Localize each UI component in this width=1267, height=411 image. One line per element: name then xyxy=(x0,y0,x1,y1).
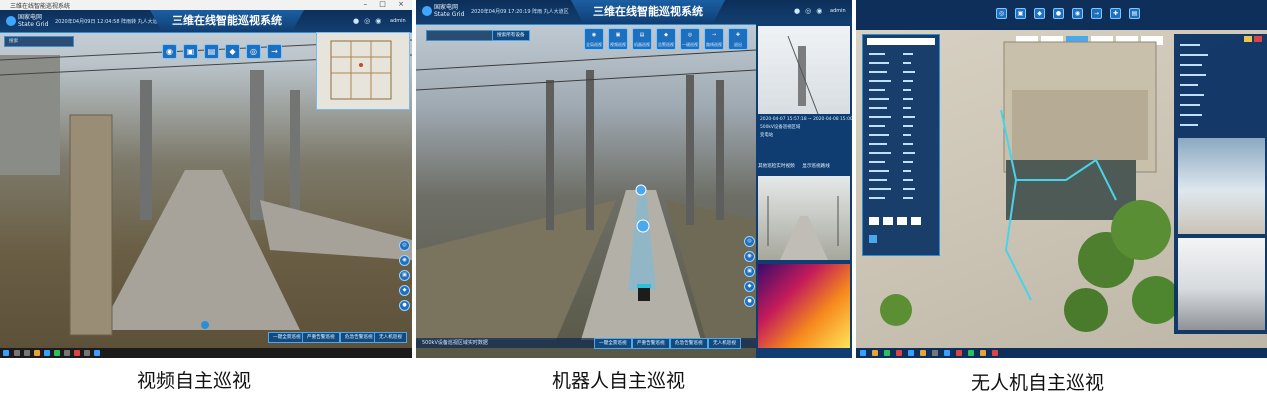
bottom-button-1[interactable]: 一键全景巡视 xyxy=(268,332,306,343)
toolbar-button[interactable]: ◎ 一键巡视 xyxy=(680,28,700,50)
taskbar-icon[interactable] xyxy=(24,350,30,356)
side-tool-2-icon[interactable]: ◉ xyxy=(744,251,755,262)
taskbar-icon[interactable] xyxy=(944,350,950,356)
taskbar-icon[interactable] xyxy=(908,350,914,356)
bottom-button-3[interactable]: 危急告警巡视 xyxy=(670,338,708,349)
route-toggle[interactable]: 显示巡视路线 xyxy=(802,164,830,169)
taskbar-icon[interactable] xyxy=(896,350,902,356)
os-taskbar xyxy=(0,348,412,358)
search-all-button[interactable]: 搜索所有设备 xyxy=(492,30,530,41)
taskbar-icon[interactable] xyxy=(884,350,890,356)
taskbar-icon[interactable] xyxy=(932,350,938,356)
right-panel-title: 其他巡检实时视频 xyxy=(758,164,795,169)
toolbar-button-3[interactable]: ▤ xyxy=(204,44,219,59)
toolbar-button-2[interactable]: ▣ xyxy=(183,44,198,59)
start-icon[interactable] xyxy=(860,350,866,356)
side-tool-4-icon[interactable]: ◆ xyxy=(399,285,410,296)
side-tool-2-icon[interactable]: ◉ xyxy=(399,255,410,266)
taskbar-icon[interactable] xyxy=(992,350,998,356)
insulator-drawing xyxy=(787,35,819,115)
taskbar-icon[interactable] xyxy=(968,350,974,356)
search-input[interactable] xyxy=(426,30,498,41)
taskbar-icon[interactable] xyxy=(94,350,100,356)
side-tools: ◎ ◉ ▣ ◆ ● xyxy=(744,236,755,307)
right-info-rows xyxy=(1180,36,1262,126)
side-tools: ◎ ◉ ▣ ◆ ● xyxy=(399,240,410,311)
bottom-button-2[interactable]: 严重告警巡视 xyxy=(302,332,340,343)
toolbar-button[interactable]: ▣ 视频巡视 xyxy=(608,28,628,50)
attribute-panel xyxy=(862,34,940,256)
taskbar-icon[interactable] xyxy=(980,350,986,356)
taskbar-icon[interactable] xyxy=(64,350,70,356)
taskbar-icon[interactable] xyxy=(956,350,962,356)
bottom-button-3[interactable]: 危急告警巡视 xyxy=(340,332,378,343)
toolbar: ◉ ▣ ▤ ◆ ◎ → xyxy=(162,44,282,59)
toolbar-button[interactable]: ▤ 机器巡视 xyxy=(632,28,652,50)
taskbar-icon[interactable] xyxy=(84,350,90,356)
toolbar-button-4[interactable]: ◆ xyxy=(225,44,240,59)
side-tool-3-icon[interactable]: ▣ xyxy=(744,266,755,277)
os-taskbar xyxy=(856,348,1267,358)
bottom-button-4[interactable]: 无人机巡视 xyxy=(708,338,741,349)
caption-robot-patrol: 机器人自主巡视 xyxy=(552,370,686,392)
attribute-rows xyxy=(869,53,921,243)
toolbar: ◉ 全局巡视 ▣ 视频巡视 ▤ 机器巡视 ◆ 告警巡视 ◎ 一键巡视 → 路线巡视 ✚ 退出 xyxy=(584,28,748,50)
camera-feed-top[interactable] xyxy=(758,26,850,115)
video-patrol-screenshot: 三维在线智能巡视系统 – □ × 国家电网 State Grid 2020年04… xyxy=(0,0,412,358)
toolbar-button-6[interactable]: → xyxy=(267,44,282,59)
taskbar-icon[interactable] xyxy=(54,350,60,356)
drone-feed-ground[interactable] xyxy=(1178,238,1265,330)
taskbar-icon[interactable] xyxy=(34,350,40,356)
taskbar-icon[interactable] xyxy=(920,350,926,356)
minimap-drawing xyxy=(330,40,392,100)
side-tool-5-icon[interactable]: ● xyxy=(399,300,410,311)
info-time-range: 2020-04-07 15:57:18 ~ 2020-04-08 15:00:1… xyxy=(760,117,852,122)
thermal-feed[interactable] xyxy=(758,264,850,348)
side-tool-4-icon[interactable]: ◆ xyxy=(744,281,755,292)
bottom-button-2[interactable]: 严重告警巡视 xyxy=(632,338,670,349)
taskbar-icon[interactable] xyxy=(74,350,80,356)
info-detail: 变电站 xyxy=(760,133,774,138)
info-device: 500kV设备巡视区域 xyxy=(760,125,801,130)
bottom-button-4[interactable]: 无人机巡视 xyxy=(374,332,407,343)
drone-patrol-screenshot: ◎ ▣ ◆ ● ◉ → ✚ ▤ xyxy=(856,0,1267,358)
side-tool-5-icon[interactable]: ● xyxy=(744,296,755,307)
side-tool-1-icon[interactable]: ◎ xyxy=(399,240,410,251)
start-icon[interactable] xyxy=(3,350,9,356)
right-panel-header: 其他巡检实时视频 显示巡视路线 xyxy=(758,162,850,172)
side-tool-1-icon[interactable]: ◎ xyxy=(744,236,755,247)
drone-feed-sky[interactable] xyxy=(1178,138,1265,234)
corridor-drawing xyxy=(767,196,839,260)
toolbar-button[interactable]: → 路线巡视 xyxy=(704,28,724,50)
bottom-button-1[interactable]: 一键全景巡视 xyxy=(594,338,632,349)
toolbar-button-1[interactable]: ◉ xyxy=(162,44,177,59)
robot-patrol-screenshot: 国家电网 State Grid 2020年04月09 17:20:19 阵雨 丸… xyxy=(416,0,852,358)
panel-filter-bar[interactable] xyxy=(867,38,935,45)
toolbar-button[interactable]: ◆ 告警巡视 xyxy=(656,28,676,50)
caption-video-patrol: 视频自主巡视 xyxy=(137,370,252,392)
toolbar-button-5[interactable]: ◎ xyxy=(246,44,261,59)
camera-feed-middle[interactable] xyxy=(758,176,850,260)
status-text: 500kV设备巡视区域实时数据 xyxy=(422,340,488,346)
side-tool-3-icon[interactable]: ▣ xyxy=(399,270,410,281)
minimap-panel[interactable] xyxy=(316,32,410,110)
collapse-icon[interactable] xyxy=(201,321,209,329)
toolbar-button[interactable]: ✚ 退出 xyxy=(728,28,748,50)
right-info-panel xyxy=(1174,34,1267,334)
toolbar-button[interactable]: ◉ 全局巡视 xyxy=(584,28,604,50)
right-column: 2020-04-07 15:57:18 ~ 2020-04-08 15:00:1… xyxy=(756,24,852,358)
caption-drone-patrol: 无人机自主巡视 xyxy=(971,372,1105,394)
info-box: 2020-04-07 15:57:18 ~ 2020-04-08 15:00:1… xyxy=(758,116,852,150)
taskbar-icon[interactable] xyxy=(14,350,20,356)
taskbar-icon[interactable] xyxy=(44,350,50,356)
taskbar-icon[interactable] xyxy=(872,350,878,356)
